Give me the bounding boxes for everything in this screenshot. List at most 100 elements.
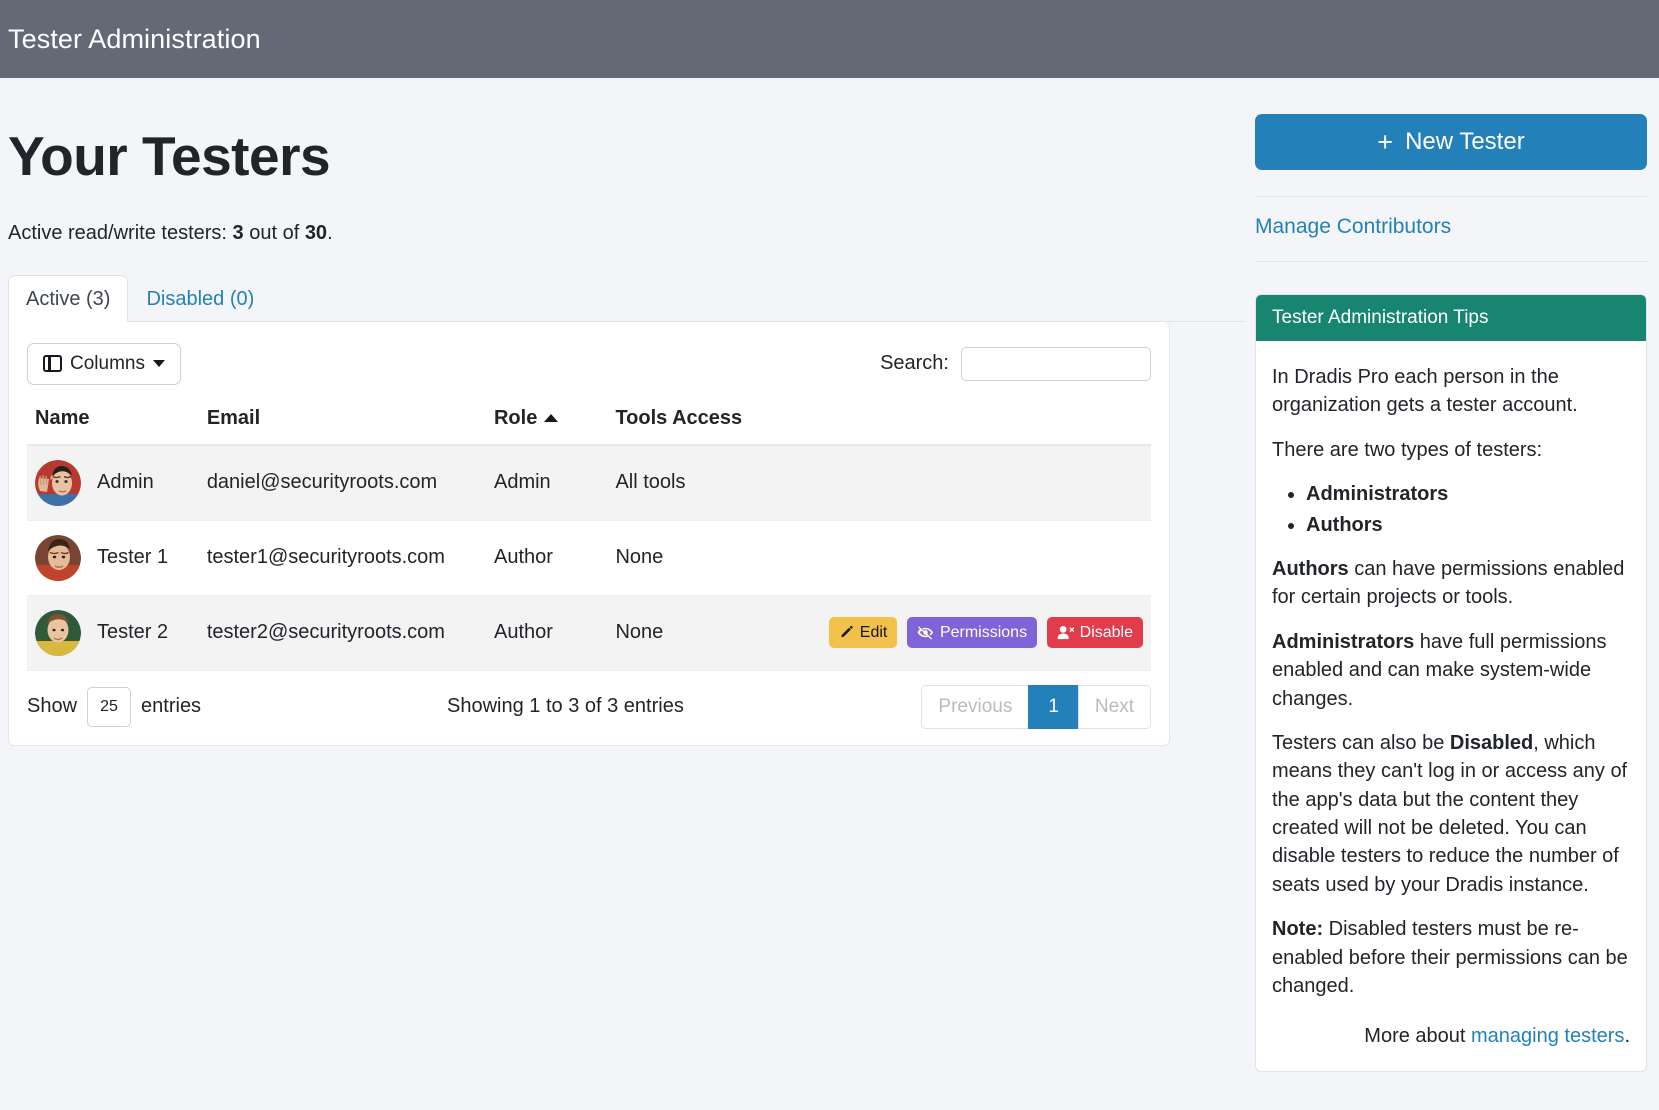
managing-testers-link[interactable]: managing testers [1471,1025,1624,1047]
table-row: Tester 2 tester2@securityroots.com Autho… [27,595,1151,671]
name-cell: Tester 2 [35,609,191,656]
showing-entries-info: Showing 1 to 3 of 3 entries [447,695,684,718]
testers-card: Columns Search: Name Email Role Tools Ac… [8,321,1170,746]
tips-footer: More about managing testers. [1272,1022,1630,1050]
cell-tools-access: All tools [607,444,817,521]
tab-disabled[interactable]: Disabled (0) [128,275,272,322]
disable-button[interactable]: Disable [1046,617,1143,649]
columns-button[interactable]: Columns [27,342,181,385]
page-body: Your Testers Active read/write testers: … [0,78,1659,1072]
more-about-suffix: . [1624,1025,1630,1048]
tester-type-administrators: Administrators [1306,480,1630,508]
cell-actions [816,520,1151,596]
app-title: Tester Administration [8,23,261,54]
tips-paragraph-5: Testers can also be Disabled, which mean… [1272,729,1630,899]
pagination-previous[interactable]: Previous [921,684,1030,729]
cell-email: tester2@securityroots.com [198,595,486,671]
tester-types-list: Administrators Authors [1272,480,1630,539]
column-header-role[interactable]: Role [485,400,608,446]
tips-p5-a: Testers can also be [1272,731,1450,754]
columns-button-label: Columns [70,352,145,374]
tab-active[interactable]: Active (3) [8,274,129,322]
disable-button-label: Disable [1079,624,1133,642]
pagination-page-1[interactable]: 1 [1028,684,1079,729]
kirk-avatar [35,609,81,656]
tester-name: Admin [97,471,154,494]
tips-p5-bold: Disabled [1449,731,1534,754]
active-testers-summary: Active read/write testers: 3 out of 30. [8,222,1245,245]
table-head: Name Email Role Tools Access [27,400,1151,446]
cell-email: daniel@securityroots.com [198,444,486,521]
name-cell: Tester 1 [35,534,191,581]
pencil-icon [839,625,854,640]
column-header-name[interactable]: Name [27,400,199,446]
sidebar-divider-bottom [1255,261,1647,262]
permissions-button[interactable]: Permissions [906,617,1038,649]
tips-p4-bold: Administrators [1272,630,1415,653]
new-tester-button-label: New Tester [1405,128,1525,155]
top-bar: Tester Administration [0,0,1659,78]
cell-email: tester1@securityroots.com [198,520,486,596]
column-header-actions [816,400,1151,446]
table-header-row: Name Email Role Tools Access [27,400,1151,446]
tips-p5-b: , which means they can't log in or acces… [1272,731,1628,896]
edit-button-label: Edit [859,624,888,642]
user-times-icon [1057,625,1074,640]
tips-panel-heading: Tester Administration Tips [1256,295,1646,341]
tester-name: Tester 2 [97,621,169,644]
cell-name: Tester 1 [27,520,199,596]
permissions-button-label: Permissions [939,624,1028,642]
table-body: Admin daniel@securityroots.com Admin All… [27,444,1151,671]
column-header-role-label: Role [493,406,538,429]
plus-icon: + [1377,126,1394,157]
cell-actions [816,444,1151,521]
edit-button[interactable]: Edit [828,617,898,649]
eye-slash-icon [917,625,934,640]
tips-p3-bold: Authors [1272,557,1349,580]
tester-tabs: Active (3) Disabled (0) [8,274,1245,322]
chevron-down-icon [152,360,165,368]
main-column: Your Testers Active read/write testers: … [0,78,1245,746]
cell-name: Admin [27,444,199,521]
entries-per-page-input[interactable] [87,686,132,727]
columns-icon [43,355,62,373]
summary-total: 30 [304,221,328,244]
summary-count: 3 [232,221,244,244]
table-footer: Show entries Showing 1 to 3 of 3 entries… [27,684,1151,729]
tips-panel-body: In Dradis Pro each person in the organiz… [1256,341,1646,1071]
cell-tools-access: None [607,595,817,671]
tester-name: Tester 1 [97,546,169,569]
more-about-prefix: More about [1364,1025,1472,1048]
search-input[interactable] [961,346,1151,381]
page-title: Your Testers [8,125,331,187]
summary-middle: out of [243,221,305,244]
tips-paragraph-1: In Dradis Pro each person in the organiz… [1272,366,1578,417]
tips-paragraph-4: Administrators have full permissions ena… [1272,628,1630,713]
scotty-avatar [35,534,81,581]
cell-actions: Edit Permissions Disable [816,595,1151,671]
cell-role: Admin [485,444,608,521]
cell-role: Author [485,520,608,596]
manage-contributors-link[interactable]: Manage Contributors [1255,197,1647,239]
cell-tools-access: None [607,520,817,596]
tips-paragraph-2: There are two types of testers: [1272,438,1543,461]
table-controls: Columns Search: [27,342,1151,385]
cell-name: Tester 2 [27,595,199,671]
search-area: Search: [880,346,1151,381]
column-header-email[interactable]: Email [198,400,486,446]
show-entries-control: Show entries [27,686,447,727]
summary-prefix: Active read/write testers: [8,221,233,244]
new-tester-button[interactable]: + New Tester [1255,114,1647,170]
tips-paragraph-6: Note: Disabled testers must be re-enable… [1272,915,1630,1000]
table-row: Admin daniel@securityroots.com Admin All… [27,444,1151,521]
table-row: Tester 1 tester1@securityroots.com Autho… [27,520,1151,596]
show-label: Show [27,695,78,718]
name-cell: Admin [35,459,191,506]
column-header-tools-access[interactable]: Tools Access [607,400,817,446]
tips-p6-bold: Note: [1272,918,1324,941]
search-label: Search: [880,352,949,375]
tester-type-authors: Authors [1306,511,1630,539]
cell-role: Author [485,595,608,671]
summary-suffix: . [327,221,333,244]
pagination-next[interactable]: Next [1077,684,1151,729]
